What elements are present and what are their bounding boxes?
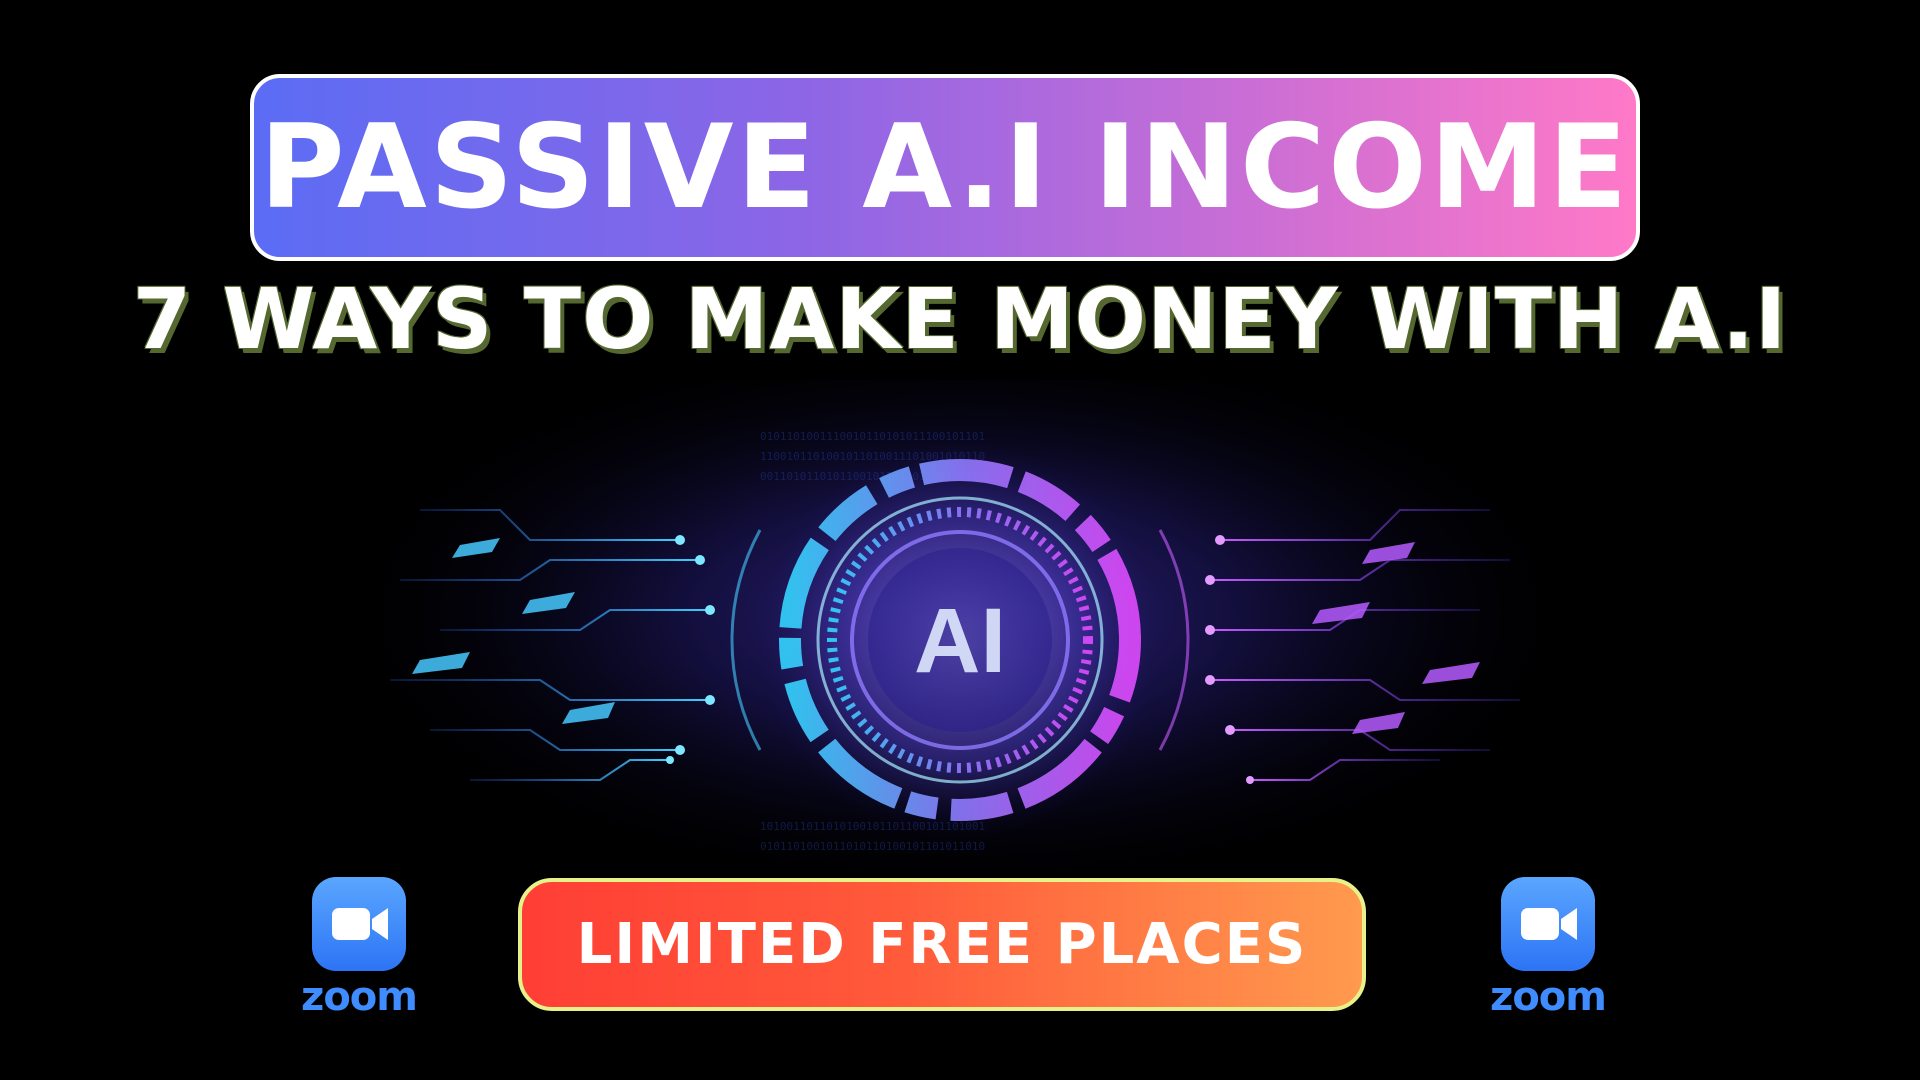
- video-camera-icon: [312, 877, 406, 971]
- cta-label: LIMITED FREE PLACES: [576, 912, 1308, 977]
- zoom-label: zoom: [301, 974, 418, 1020]
- zoom-label: zoom: [1490, 974, 1607, 1020]
- title-banner: PASSIVE A.I INCOME: [250, 74, 1640, 261]
- svg-text:010110100101101011010010110101: 0101101001011010110100101101011010: [760, 840, 985, 853]
- ai-emblem-label: AI: [914, 590, 1006, 692]
- ai-hero-graphic: 0101101001110010110101011100101101 11001…: [380, 380, 1540, 900]
- zoom-logo-left: zoom: [294, 877, 424, 1020]
- video-camera-icon: [1501, 877, 1595, 971]
- page-title: PASSIVE A.I INCOME: [259, 100, 1631, 235]
- limited-free-places-button[interactable]: LIMITED FREE PLACES: [518, 878, 1366, 1011]
- page-subtitle: 7 WAYS TO MAKE MONEY WITH A.I: [132, 270, 1788, 368]
- zoom-logo-right: zoom: [1483, 877, 1613, 1020]
